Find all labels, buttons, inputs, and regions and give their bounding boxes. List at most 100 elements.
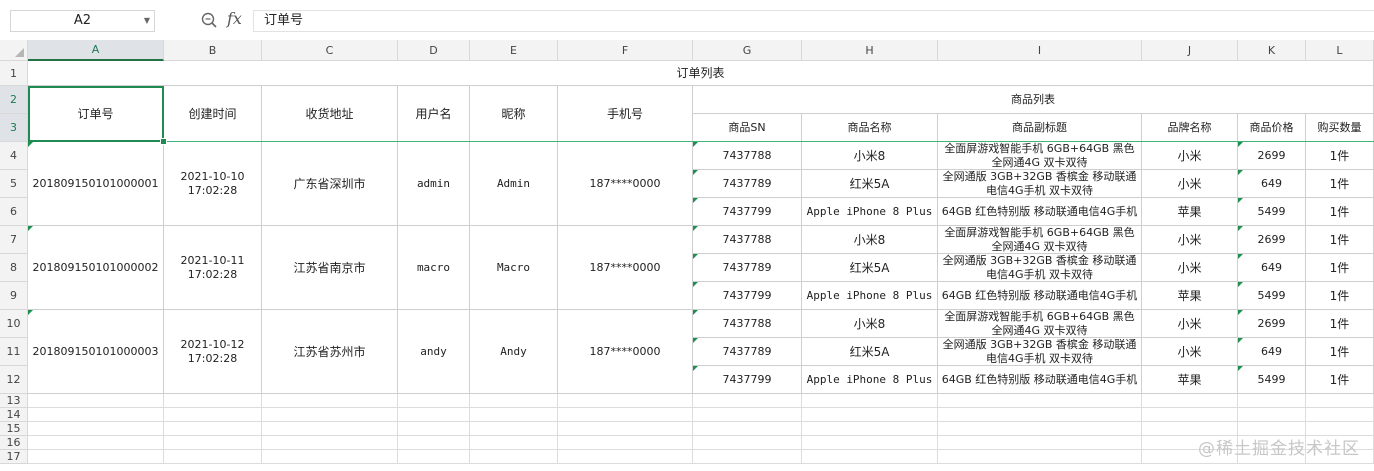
header-cell-qty[interactable]: 购买数量 (1306, 114, 1374, 142)
item-qty-cell[interactable]: 1件 (1306, 254, 1374, 282)
empty-cell[interactable] (470, 408, 558, 422)
item-name-cell[interactable]: Apple iPhone 8 Plus (802, 282, 938, 310)
empty-cell[interactable] (693, 436, 802, 450)
address-cell[interactable]: 江苏省南京市 (262, 226, 398, 310)
item-name-cell[interactable]: 小米8 (802, 226, 938, 254)
item-qty-cell[interactable]: 1件 (1306, 338, 1374, 366)
item-brand-cell[interactable]: 小米 (1142, 226, 1238, 254)
item-price-cell[interactable]: 5499 (1238, 198, 1306, 226)
item-price-cell[interactable]: 5499 (1238, 366, 1306, 394)
empty-cell[interactable] (262, 450, 398, 464)
item-subtitle-cell[interactable]: 全面屏游戏智能手机 6GB+64GB 黑色 全网通4G 双卡双待 (938, 310, 1142, 338)
item-qty-cell[interactable]: 1件 (1306, 198, 1374, 226)
row-header-7[interactable]: 7 (0, 226, 28, 254)
fill-handle[interactable] (160, 138, 167, 145)
row-header-4[interactable]: 4 (0, 142, 28, 170)
empty-cell[interactable] (28, 408, 164, 422)
item-name-cell[interactable]: 红米5A (802, 170, 938, 198)
empty-cell[interactable] (398, 422, 470, 436)
empty-cell[interactable] (558, 422, 693, 436)
row-header-17[interactable]: 17 (0, 450, 28, 464)
item-brand-cell[interactable]: 小米 (1142, 170, 1238, 198)
item-name-cell[interactable]: 小米8 (802, 310, 938, 338)
row-header-12[interactable]: 12 (0, 366, 28, 394)
row-header-14[interactable]: 14 (0, 408, 28, 422)
empty-cell[interactable] (802, 394, 938, 408)
item-brand-cell[interactable]: 小米 (1142, 338, 1238, 366)
item-subtitle-cell[interactable]: 全网通版 3GB+32GB 香槟金 移动联通电信4G手机 双卡双待 (938, 338, 1142, 366)
column-header-c[interactable]: C (262, 40, 398, 61)
item-brand-cell[interactable]: 小米 (1142, 310, 1238, 338)
empty-cell[interactable] (398, 450, 470, 464)
address-cell[interactable]: 江苏省苏州市 (262, 310, 398, 394)
phone-cell[interactable]: 187****0000 (558, 226, 693, 310)
phone-cell[interactable]: 187****0000 (558, 142, 693, 226)
empty-cell[interactable] (262, 394, 398, 408)
empty-cell[interactable] (938, 422, 1142, 436)
item-subtitle-cell[interactable]: 全面屏游戏智能手机 6GB+64GB 黑色 全网通4G 双卡双待 (938, 142, 1142, 170)
chevron-down-icon[interactable]: ▼ (144, 11, 150, 31)
empty-cell[interactable] (1142, 408, 1238, 422)
item-sn-cell[interactable]: 7437799 (693, 198, 802, 226)
item-price-cell[interactable]: 2699 (1238, 226, 1306, 254)
empty-cell[interactable] (164, 408, 262, 422)
header-cell-sn[interactable]: 商品SN (693, 114, 802, 142)
empty-cell[interactable] (1306, 408, 1374, 422)
empty-cell[interactable] (262, 436, 398, 450)
item-brand-cell[interactable]: 小米 (1142, 142, 1238, 170)
header-cell-username[interactable]: 用户名 (398, 86, 470, 142)
empty-cell[interactable] (1238, 408, 1306, 422)
item-price-cell[interactable]: 649 (1238, 254, 1306, 282)
item-price-cell[interactable]: 2699 (1238, 142, 1306, 170)
item-price-cell[interactable]: 5499 (1238, 282, 1306, 310)
fx-icon[interactable]: fx (227, 9, 242, 28)
nickname-cell[interactable]: Admin (470, 142, 558, 226)
empty-cell[interactable] (558, 450, 693, 464)
item-price-cell[interactable]: 649 (1238, 170, 1306, 198)
zoom-icon[interactable] (201, 12, 217, 28)
item-sn-cell[interactable]: 7437788 (693, 310, 802, 338)
empty-cell[interactable] (802, 422, 938, 436)
select-all-corner[interactable] (0, 40, 28, 61)
column-header-k[interactable]: K (1238, 40, 1306, 61)
row-header-9[interactable]: 9 (0, 282, 28, 310)
empty-cell[interactable] (693, 450, 802, 464)
empty-cell[interactable] (693, 422, 802, 436)
nickname-cell[interactable]: Macro (470, 226, 558, 310)
item-subtitle-cell[interactable]: 64GB 红色特别版 移动联通电信4G手机 (938, 198, 1142, 226)
item-subtitle-cell[interactable]: 全网通版 3GB+32GB 香槟金 移动联通电信4G手机 双卡双待 (938, 254, 1142, 282)
header-cell-price[interactable]: 商品价格 (1238, 114, 1306, 142)
item-name-cell[interactable]: 小米8 (802, 142, 938, 170)
header-cell-name[interactable]: 商品名称 (802, 114, 938, 142)
empty-cell[interactable] (470, 422, 558, 436)
created-cell[interactable]: 2021-10-11 17:02:28 (164, 226, 262, 310)
username-cell[interactable]: macro (398, 226, 470, 310)
row-header-5[interactable]: 5 (0, 170, 28, 198)
empty-cell[interactable] (1238, 394, 1306, 408)
empty-cell[interactable] (470, 450, 558, 464)
empty-cell[interactable] (398, 436, 470, 450)
item-qty-cell[interactable]: 1件 (1306, 226, 1374, 254)
empty-cell[interactable] (558, 436, 693, 450)
empty-cell[interactable] (693, 408, 802, 422)
empty-cell[interactable] (28, 436, 164, 450)
empty-cell[interactable] (558, 394, 693, 408)
item-brand-cell[interactable]: 小米 (1142, 254, 1238, 282)
item-sn-cell[interactable]: 7437789 (693, 170, 802, 198)
item-subtitle-cell[interactable]: 64GB 红色特别版 移动联通电信4G手机 (938, 366, 1142, 394)
item-qty-cell[interactable]: 1件 (1306, 310, 1374, 338)
row-header-1[interactable]: 1 (0, 61, 28, 86)
column-header-j[interactable]: J (1142, 40, 1238, 61)
item-name-cell[interactable]: 红米5A (802, 338, 938, 366)
empty-cell[interactable] (262, 408, 398, 422)
item-sn-cell[interactable]: 7437789 (693, 338, 802, 366)
empty-cell[interactable] (470, 436, 558, 450)
header-cell-created[interactable]: 创建时间 (164, 86, 262, 142)
item-subtitle-cell[interactable]: 64GB 红色特别版 移动联通电信4G手机 (938, 282, 1142, 310)
empty-cell[interactable] (262, 422, 398, 436)
item-subtitle-cell[interactable]: 全面屏游戏智能手机 6GB+64GB 黑色 全网通4G 双卡双待 (938, 226, 1142, 254)
empty-cell[interactable] (802, 450, 938, 464)
order-no-cell[interactable]: 201809150101000001 (28, 142, 164, 226)
header-cell-order-no[interactable]: 订单号 (28, 86, 164, 142)
empty-cell[interactable] (164, 436, 262, 450)
